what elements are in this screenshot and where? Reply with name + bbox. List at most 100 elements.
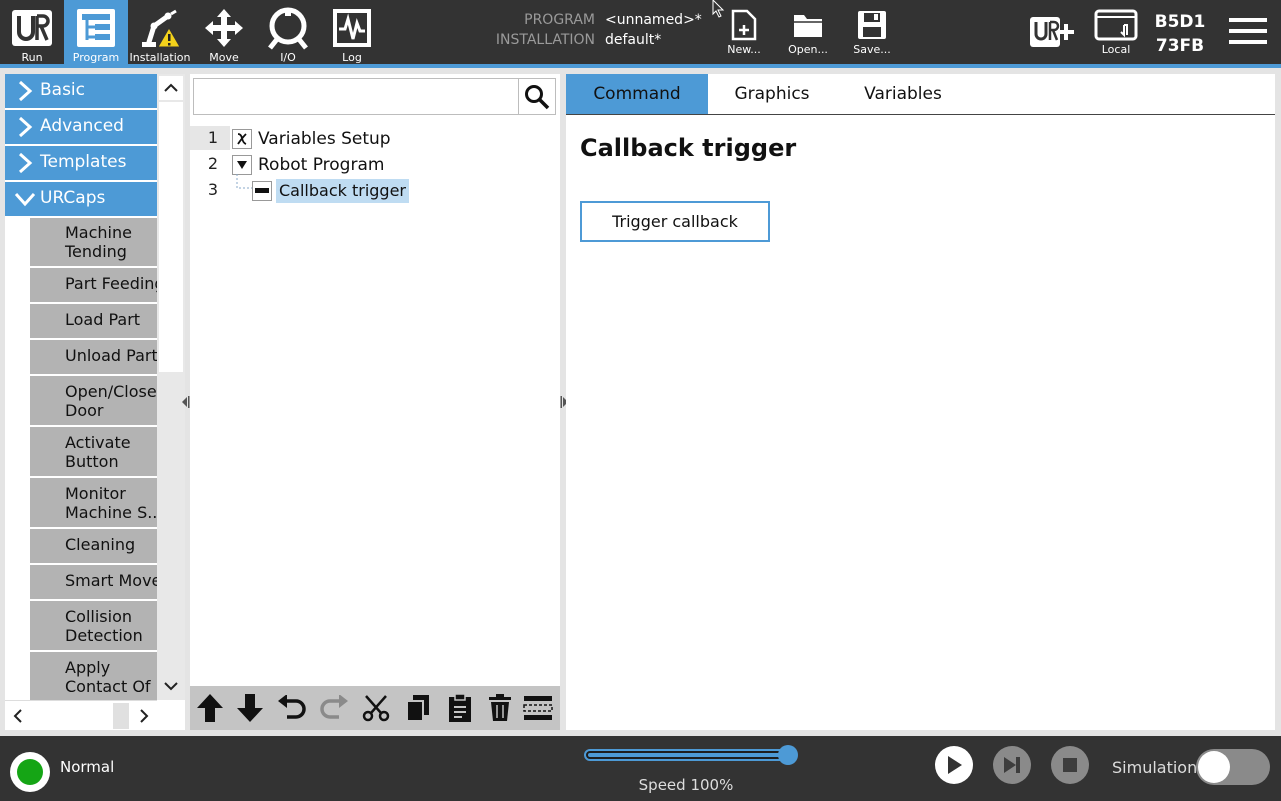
paste-button[interactable] [440,686,480,730]
tree-row-number: 1 [207,128,219,147]
undo-button[interactable] [272,686,312,730]
chevron-right-icon [140,709,149,723]
urcaps-plus-button[interactable] [1028,14,1074,50]
paste-clipboard-icon [449,693,471,722]
urcap-item-apply-contact[interactable]: Apply Contact Of [30,652,157,700]
nav-program-label: Program [72,51,120,64]
urcap-item-part-feeding[interactable]: Part Feeding [30,268,157,302]
move-up-button[interactable] [190,686,230,730]
scroll-right-button[interactable] [131,703,157,729]
local-mode-button[interactable]: Local [1086,0,1146,64]
left-splitter-handle[interactable] [180,392,190,412]
nav-move-button[interactable]: Move [192,0,256,64]
category-advanced[interactable]: Advanced [5,110,157,144]
scroll-left-button[interactable] [5,703,31,729]
urcap-item-open-close-door[interactable]: Open/Close Door [30,376,157,425]
urcap-item-line1: Activate [65,433,131,452]
hamburger-menu-icon [1229,18,1267,44]
category-templates-label: Templates [40,152,127,172]
urcap-item-machine-tending[interactable]: Machine Tending [30,218,157,266]
tab-variables[interactable]: Variables [836,74,970,114]
play-button[interactable] [935,746,973,784]
node-detail-panel: Command Graphics Variables Callback trig… [566,74,1275,730]
program-tree-icon [64,6,128,50]
urcap-item-line1: Open/Close [65,382,157,401]
ur-logo-icon [0,6,64,50]
urcap-item-monitor-machine[interactable]: Monitor Machine S... [30,478,157,527]
arrow-up-icon [197,694,223,722]
robot-status-indicator[interactable] [10,752,50,792]
scroll-up-button[interactable] [159,76,183,100]
category-urcaps-label: URCaps [40,188,106,208]
tree-node-variables-setup[interactable]: Variables Setup [258,129,391,149]
urcap-item-load-part[interactable]: Load Part [30,304,157,338]
move-down-button[interactable] [230,686,270,730]
category-basic[interactable]: Basic [5,74,157,108]
collapse-triangle-icon[interactable] [232,155,252,175]
chevron-left-icon [13,709,22,723]
robot-serial-line1: B5D1 [1154,12,1206,32]
category-templates[interactable]: Templates [5,146,157,180]
trigger-callback-button[interactable]: Trigger callback [580,201,770,242]
urcap-item-collision-detection[interactable]: Collision Detection [30,601,157,650]
urcap-item-line2: Machine S... [65,503,157,522]
mouse-cursor-icon [712,0,726,22]
tab-command[interactable]: Command [566,74,708,114]
nav-program-button[interactable]: Program [64,0,128,64]
tree-node-callback-trigger-selected[interactable]: Callback trigger [276,179,410,203]
program-key-label: PROGRAM [524,12,595,28]
program-tree-panel: 1 Variables Setup 2 Robot Program 3 Call… [190,74,560,730]
nav-installation-button[interactable]: Installation [128,0,192,64]
search-button[interactable] [518,79,555,114]
nav-io-label: I/O [280,51,296,64]
urcap-item-unload-part[interactable]: Unload Part [30,340,157,374]
sidebar-horizontal-scrollbar[interactable] [5,700,157,730]
step-button[interactable] [993,746,1031,784]
collapse-left-icon [182,396,190,408]
tab-graphics[interactable]: Graphics [708,74,836,114]
save-button[interactable]: Save... [842,0,902,64]
tree-toolbar [190,686,560,730]
tree-search-box [193,78,556,115]
tree-connector-line [236,174,252,189]
urcap-item-line1: Collision [65,607,133,626]
urcap-item-cleaning[interactable]: Cleaning [30,529,157,563]
hamburger-menu-button[interactable] [1228,14,1268,48]
local-screen-icon [1086,6,1146,44]
urcap-item-smart-move[interactable]: Smart Move [30,565,157,599]
chevron-down-icon [164,682,178,691]
local-label: Local [1101,43,1131,56]
horizontal-scroll-track[interactable] [113,703,129,729]
stop-icon [1063,758,1077,772]
redo-button[interactable] [314,686,354,730]
open-button[interactable]: Open... [778,0,838,64]
urcap-item-line2: Tending [65,242,127,261]
copy-button[interactable] [398,686,438,730]
delete-button[interactable] [480,686,520,730]
nav-run-button[interactable]: Run [0,0,64,64]
speed-slider-handle[interactable] [778,745,798,765]
robot-status-text: Normal [60,758,115,776]
nav-io-button[interactable]: I/O [256,0,320,64]
simulation-toggle[interactable] [1196,749,1270,785]
suppress-button[interactable] [518,686,558,730]
speed-slider-track[interactable] [584,749,796,761]
tree-search-input[interactable] [198,83,516,109]
category-urcaps[interactable]: URCaps [5,182,157,216]
scroll-thumb[interactable] [159,102,183,372]
suppress-line-icon [523,696,553,720]
play-icon [948,756,962,774]
simulation-label: Simulation [1112,758,1198,777]
scroll-down-button[interactable] [159,674,183,698]
cut-button[interactable] [356,686,396,730]
sidebar-vertical-scrollbar[interactable] [157,74,185,700]
new-label: New... [727,43,761,56]
tree-row-number: 3 [207,180,219,199]
trash-icon [489,694,511,721]
move-arrows-icon [192,6,256,50]
urcap-item-activate-button[interactable]: Activate Button [30,427,157,476]
nav-log-button[interactable]: Log [320,0,384,64]
stop-button[interactable] [1051,746,1089,784]
robot-arm-warning-icon [128,6,192,50]
tree-node-robot-program[interactable]: Robot Program [258,155,384,175]
